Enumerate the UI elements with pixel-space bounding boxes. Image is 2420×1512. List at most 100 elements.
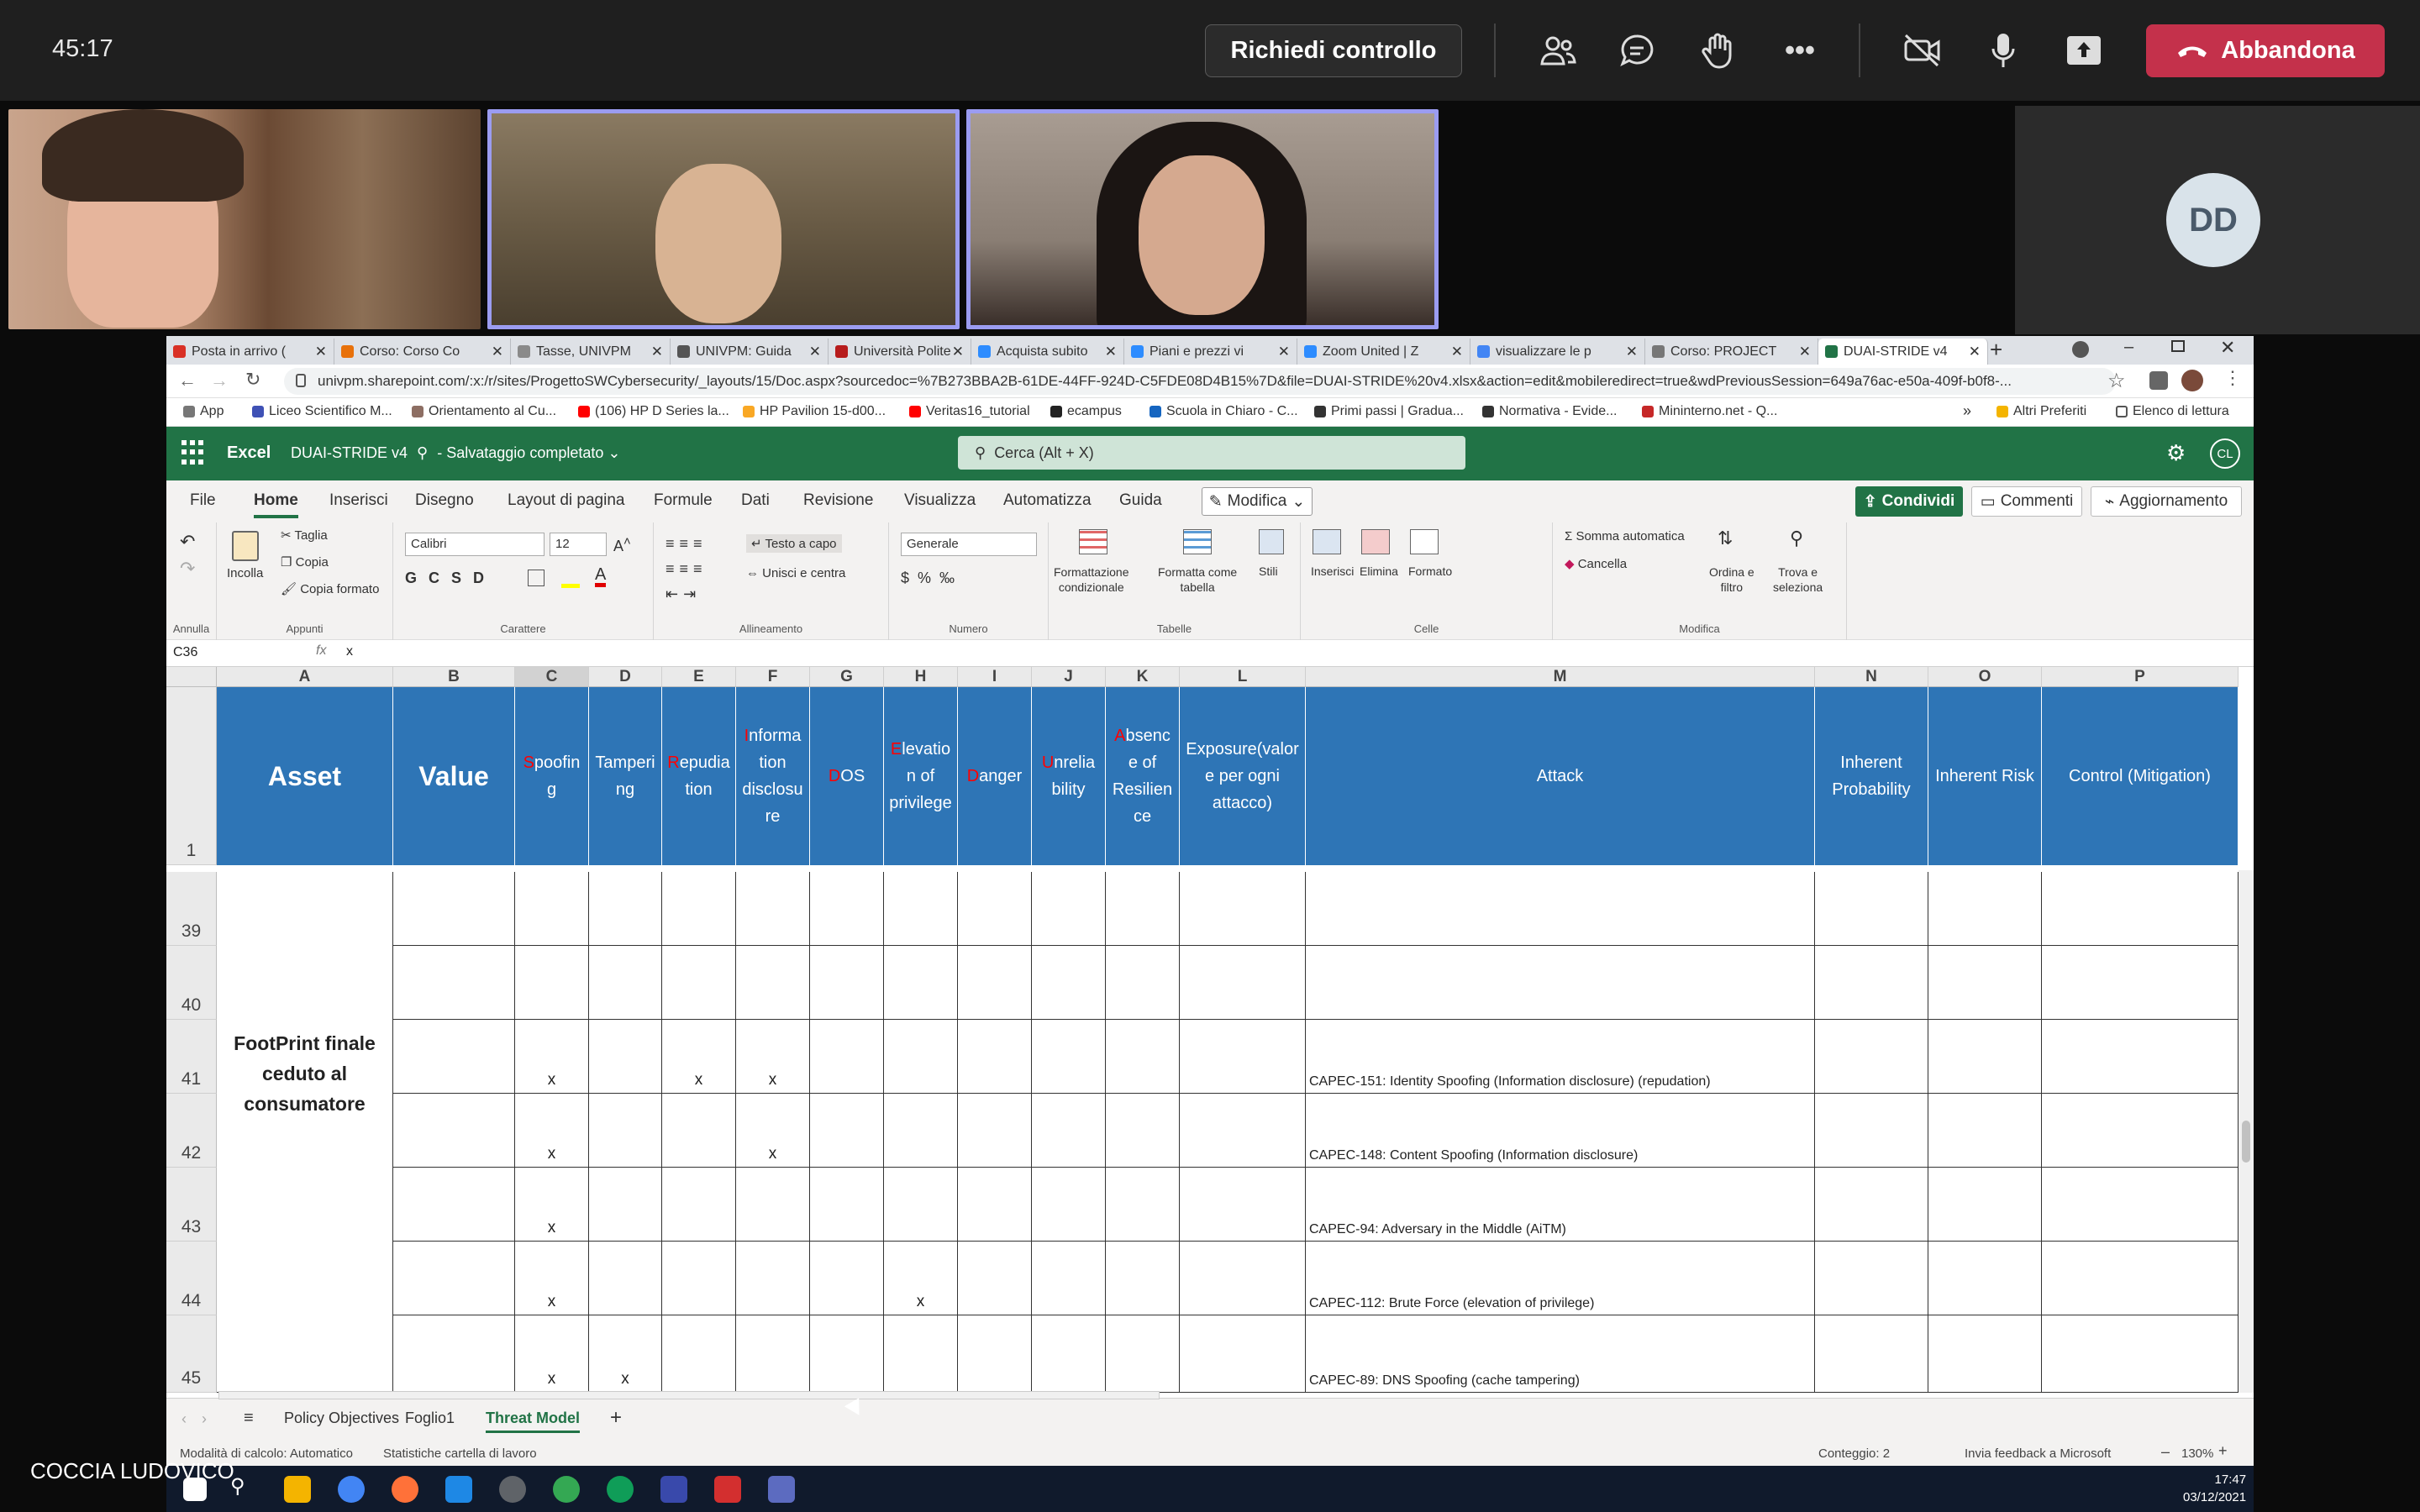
paste-icon[interactable] — [232, 531, 259, 561]
menu-tab[interactable]: Dati — [741, 491, 770, 510]
cell-n44[interactable] — [1815, 1242, 1928, 1315]
browser-tab[interactable]: Zoom United | Z ✕ — [1297, 339, 1470, 365]
browser-tab[interactable]: Università Polite ✕ — [829, 339, 971, 365]
vpn-icon[interactable] — [660, 1476, 687, 1503]
cell-g42[interactable] — [810, 1094, 884, 1168]
cell-k41[interactable] — [1106, 1020, 1180, 1094]
all-sheets-icon[interactable]: ≡ — [244, 1409, 254, 1428]
close-tab-icon[interactable]: ✕ — [315, 344, 327, 360]
cell-f40[interactable] — [736, 946, 810, 1020]
cell-a39-40[interactable] — [217, 872, 393, 1020]
function-icon[interactable]: fx — [316, 643, 326, 659]
profile-avatar[interactable] — [2181, 370, 2203, 391]
format-cells-icon[interactable] — [1410, 529, 1439, 554]
cell-l42[interactable] — [1180, 1094, 1306, 1168]
cell-g45[interactable] — [810, 1315, 884, 1393]
cell-k39[interactable] — [1106, 872, 1180, 946]
bookmark-item[interactable]: Veritas16_tutorial — [909, 404, 1030, 419]
header-cell-o[interactable]: Inherent Risk — [1928, 687, 2042, 865]
close-window-icon[interactable]: ✕ — [2220, 337, 2235, 359]
cell-styles-button[interactable]: Stili — [1259, 564, 1278, 578]
cell-j39[interactable] — [1032, 872, 1106, 946]
bookmark-item[interactable]: Normativa - Evide... — [1482, 404, 1617, 419]
cell-i39[interactable] — [958, 872, 1032, 946]
prev-sheet-icon[interactable]: ‹ — [182, 1410, 187, 1428]
cell-f45[interactable] — [736, 1315, 810, 1393]
cell-p41[interactable] — [2042, 1020, 2238, 1094]
clear-button[interactable]: ◆ Cancella — [1565, 556, 1627, 571]
comments-button[interactable]: ▭ Commenti — [1971, 486, 2082, 517]
row-header[interactable]: 44 — [166, 1242, 217, 1315]
cell-c39[interactable] — [515, 872, 589, 946]
bookmark-item[interactable]: Liceo Scientifico M... — [252, 404, 392, 419]
cell-e45[interactable] — [662, 1315, 736, 1393]
asset-cell[interactable]: FootPrint finale ceduto al consumatore — [217, 1020, 393, 1393]
cell-f39[interactable] — [736, 872, 810, 946]
new-tab-icon[interactable]: + — [1990, 337, 2002, 363]
cell-b39[interactable] — [393, 872, 515, 946]
cell-n45[interactable] — [1815, 1315, 1928, 1393]
cell-c44[interactable]: x — [515, 1242, 589, 1315]
row-header[interactable]: 40 — [166, 946, 217, 1020]
count-indicator[interactable]: Conteggio: 2 — [1818, 1446, 1890, 1461]
forward-icon[interactable]: → — [210, 370, 229, 391]
cell-p43[interactable] — [2042, 1168, 2238, 1242]
conditional-format-icon[interactable] — [1079, 529, 1107, 554]
updates-button[interactable]: ⌁ Aggiornamento — [2091, 486, 2242, 517]
column-header[interactable]: P — [2042, 667, 2238, 687]
avatar[interactable]: DD — [2166, 173, 2260, 267]
menu-tab[interactable]: File — [190, 491, 216, 510]
column-header[interactable]: K — [1106, 667, 1180, 687]
cell-p40[interactable] — [2042, 946, 2238, 1020]
bookmark-item[interactable]: (106) HP D Series la... — [578, 404, 729, 419]
row-header[interactable]: 41 — [166, 1020, 217, 1094]
extensions-icon[interactable] — [2149, 371, 2168, 390]
sheet-tab[interactable]: Threat Model — [486, 1410, 581, 1433]
cell-m39[interactable] — [1306, 872, 1815, 946]
bookmark-item[interactable]: Orientamento al Cu... — [412, 404, 556, 419]
close-tab-icon[interactable]: ✕ — [1278, 344, 1290, 360]
row-header[interactable]: 39 — [166, 872, 217, 946]
close-tab-icon[interactable]: ✕ — [952, 344, 964, 360]
edit-mode-dropdown[interactable]: ✎ Modifica ⌄ — [1202, 487, 1313, 516]
menu-tab[interactable]: Home — [254, 491, 298, 518]
cell-i42[interactable] — [958, 1094, 1032, 1168]
number-format-icons[interactable]: $%‰ — [901, 570, 963, 587]
header-cell-k[interactable]: Absenc e of Resilien ce — [1106, 687, 1180, 865]
leave-button[interactable]: Abbandona — [2146, 24, 2385, 77]
close-tab-icon[interactable]: ✕ — [492, 344, 503, 360]
autosum-button[interactable]: Σ Somma automatica — [1565, 529, 1685, 543]
cell-d43[interactable] — [589, 1168, 662, 1242]
header-cell-i[interactable]: Danger — [958, 687, 1032, 865]
workbook-stats[interactable]: Statistiche cartella di lavoro — [383, 1446, 537, 1461]
cell-n39[interactable] — [1815, 872, 1928, 946]
cell-l40[interactable] — [1180, 946, 1306, 1020]
cell-m45[interactable]: CAPEC-89: DNS Spoofing (cache tampering) — [1306, 1315, 1815, 1393]
bookmark-item[interactable]: ecampus — [1050, 404, 1122, 419]
feedback-link[interactable]: Invia feedback a Microsoft — [1965, 1446, 2111, 1461]
cell-d42[interactable] — [589, 1094, 662, 1168]
cell-i44[interactable] — [958, 1242, 1032, 1315]
search-input[interactable]: ⚲ Cerca (Alt + X) — [958, 436, 1465, 470]
cell-o39[interactable] — [1928, 872, 2042, 946]
cell-g43[interactable] — [810, 1168, 884, 1242]
cell-j44[interactable] — [1032, 1242, 1106, 1315]
cell-e40[interactable] — [662, 946, 736, 1020]
cell-o42[interactable] — [1928, 1094, 2042, 1168]
cut-button[interactable]: ✂ Taglia — [281, 528, 328, 543]
app-icon[interactable] — [445, 1476, 472, 1503]
sheet-tab[interactable]: Foglio1 — [405, 1410, 455, 1427]
cell-d44[interactable] — [589, 1242, 662, 1315]
firefox-icon[interactable] — [392, 1476, 418, 1503]
menu-tab[interactable]: Guida — [1119, 491, 1162, 510]
cell-c43[interactable]: x — [515, 1168, 589, 1242]
close-tab-icon[interactable]: ✕ — [1626, 344, 1638, 360]
cell-h45[interactable] — [884, 1315, 958, 1393]
column-header[interactable]: N — [1815, 667, 1928, 687]
cell-e39[interactable] — [662, 872, 736, 946]
cell-d40[interactable] — [589, 946, 662, 1020]
header-cell-m[interactable]: Attack — [1306, 687, 1815, 865]
header-cell-p[interactable]: Control (Mitigation) — [2042, 687, 2238, 865]
restore-icon[interactable] — [2171, 340, 2185, 352]
close-tab-icon[interactable]: ✕ — [1451, 344, 1463, 360]
